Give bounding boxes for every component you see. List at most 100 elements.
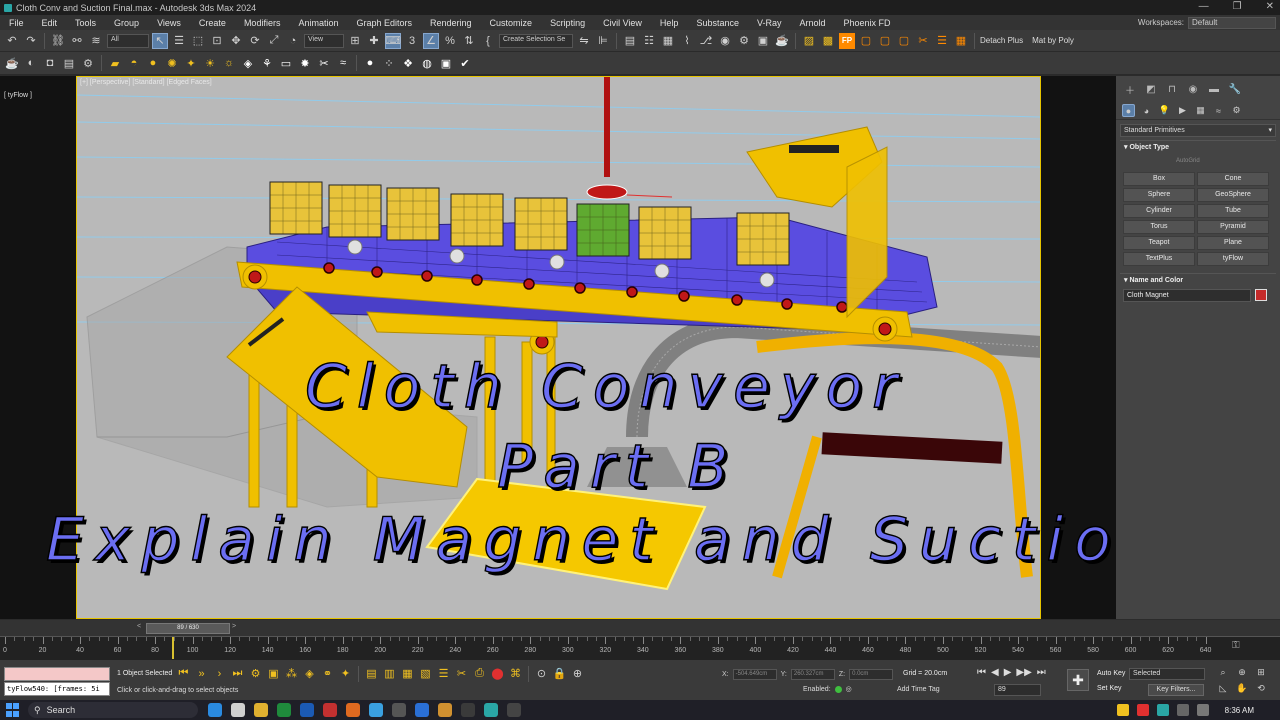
plane-icon[interactable]: ▭	[278, 55, 294, 71]
sphere-icon[interactable]: ●	[362, 55, 378, 71]
select-by-name-icon[interactable]: ☰	[171, 33, 187, 49]
y-coord-field[interactable]: 260.327cm	[790, 669, 835, 680]
menu-tools[interactable]: Tools	[66, 18, 105, 28]
percent-snap-icon[interactable]: %	[442, 33, 458, 49]
viewport-label[interactable]: [+] [Perspective] [Standard] [Edged Face…	[80, 79, 212, 86]
create-textplus-button[interactable]: TextPlus	[1123, 252, 1195, 266]
menu-help[interactable]: Help	[651, 18, 688, 28]
display-tab-icon[interactable]: ▬	[1208, 83, 1220, 95]
create-box-button[interactable]: Box	[1123, 172, 1195, 186]
spinner-snap-icon[interactable]: ⇅	[461, 33, 477, 49]
render-active-icon[interactable]: ◐	[23, 55, 39, 71]
snap-3d-icon[interactable]: 3	[404, 33, 420, 49]
select-manipulate-icon[interactable]: ✚	[366, 33, 382, 49]
create-plane-button[interactable]: Plane	[1197, 236, 1269, 250]
goto-start-button[interactable]: ⏮	[977, 667, 986, 678]
script-a-icon[interactable]: ▤	[364, 666, 379, 681]
task-view-icon[interactable]	[231, 703, 245, 717]
cameras-icon[interactable]: ▶	[1176, 104, 1189, 117]
helpers-icon[interactable]: ▦	[1194, 104, 1207, 117]
material-editor-icon[interactable]: ◉	[717, 33, 733, 49]
selection-filter-dropdown[interactable]: All	[107, 33, 149, 48]
link-icon[interactable]: ⛓	[50, 33, 66, 49]
tray-app-icon[interactable]	[1156, 704, 1169, 716]
goto-end-button[interactable]: ⏭	[1037, 667, 1046, 678]
next-frame-arrow[interactable]: >	[232, 623, 236, 630]
object-type-rollout-header[interactable]: ▾ Object Type	[1120, 140, 1276, 153]
obs-icon[interactable]	[507, 703, 521, 717]
x-coord-field[interactable]: -504.649cm	[732, 669, 777, 680]
script-g-icon[interactable]: ⎙	[472, 666, 487, 681]
zoom-extents-icon[interactable]: ⊞	[1254, 666, 1268, 679]
tree-icon[interactable]: ⌘	[508, 666, 523, 681]
ribbon-icon[interactable]: ▦	[660, 33, 676, 49]
windows-start-icon[interactable]	[6, 703, 20, 717]
vantage-icon[interactable]: ▣	[438, 55, 454, 71]
edge-icon[interactable]	[208, 703, 222, 717]
vray-render-icon[interactable]: ▩	[820, 33, 836, 49]
create-tab-icon[interactable]: ＋	[1124, 83, 1136, 97]
geometry-icon[interactable]: ●	[1122, 104, 1135, 117]
time-slider-knob[interactable]: 89 / 630	[146, 623, 230, 634]
ambient-light-icon[interactable]: ☼	[221, 55, 237, 71]
undo-icon[interactable]: ↶	[4, 33, 20, 49]
ref-coord-dropdown[interactable]: View	[304, 33, 344, 48]
teapot-icon[interactable]: ☕	[4, 55, 20, 71]
folder-icon[interactable]	[438, 703, 452, 717]
menu-modifiers[interactable]: Modifiers	[235, 18, 290, 28]
clock[interactable]: 8:36 AM	[1225, 706, 1254, 715]
tyflow-particles-icon[interactable]: ⁂	[284, 666, 299, 681]
sphere-light-icon[interactable]: ●	[145, 55, 161, 71]
sun-icon[interactable]: ☀	[202, 55, 218, 71]
window-crossing-icon[interactable]: ⊡	[209, 33, 225, 49]
3dsmax-icon[interactable]	[484, 703, 498, 717]
chaos-cloud-icon[interactable]: ✔	[457, 55, 473, 71]
script-d-icon[interactable]: ▧	[418, 666, 433, 681]
phoenix-tools-icon[interactable]: ✂	[915, 33, 931, 49]
curve-editor-icon[interactable]: ⌇	[679, 33, 695, 49]
menu-arnold[interactable]: Arnold	[790, 18, 834, 28]
create-pyramid-button[interactable]: Pyramid	[1197, 220, 1269, 234]
phoenix-matrix-icon[interactable]: ▦	[953, 33, 969, 49]
decal-icon[interactable]: ✸	[297, 55, 313, 71]
systems-icon[interactable]: ⚙	[1230, 104, 1243, 117]
bind-spacewarp-icon[interactable]: ≋	[88, 33, 104, 49]
create-tyflow-button[interactable]: tyFlow	[1197, 252, 1269, 266]
render-setup-icon[interactable]: ⚙	[736, 33, 752, 49]
tyflow-bind-icon[interactable]: ⚭	[320, 666, 335, 681]
menu-rendering[interactable]: Rendering	[421, 18, 481, 28]
tyflow-birth-icon[interactable]: ✦	[338, 666, 353, 681]
pan-icon[interactable]: ✋	[1235, 682, 1249, 695]
create-cone-button[interactable]: Cone	[1197, 172, 1269, 186]
play-icon[interactable]: ›	[212, 666, 227, 681]
add-time-tag[interactable]: Add Time Tag	[897, 686, 940, 693]
script-e-icon[interactable]: ☰	[436, 666, 451, 681]
minimize-button[interactable]: —	[1199, 1, 1209, 12]
time-tag-icon[interactable]: ◎	[846, 685, 852, 693]
zoom-icon[interactable]: ⌕	[1216, 666, 1230, 679]
layer-explorer-icon[interactable]: ☷	[641, 33, 657, 49]
phoenix-simulator-icon[interactable]: ▢	[858, 33, 874, 49]
taskbar-search[interactable]: ⚲ Search	[28, 702, 198, 718]
select-object-icon[interactable]: ↖	[152, 32, 168, 49]
menu-file[interactable]: File	[0, 18, 33, 28]
maxscript-output[interactable]: tyFlow540: [frames: 5i	[4, 682, 110, 696]
script-b-icon[interactable]: ▥	[382, 666, 397, 681]
proxy-icon[interactable]: ◈	[240, 55, 256, 71]
set-key-big-icon[interactable]: ✚	[1067, 669, 1089, 691]
phoenix-fire-icon[interactable]: FP	[839, 32, 855, 49]
timeline-playhead[interactable]	[171, 637, 174, 659]
object-color-swatch[interactable]	[1255, 289, 1267, 301]
absolute-mode-icon[interactable]: ⊕	[570, 666, 585, 681]
excel-icon[interactable]	[277, 703, 291, 717]
create-geosphere-button[interactable]: GeoSphere	[1197, 188, 1269, 202]
script-icon[interactable]: ⚙	[80, 55, 96, 71]
convert-icon[interactable]: ❖	[400, 55, 416, 71]
menu-customize[interactable]: Customize	[481, 18, 542, 28]
menu-views[interactable]: Views	[148, 18, 190, 28]
app-icon[interactable]	[392, 703, 406, 717]
edit-named-sel-icon[interactable]: {	[480, 33, 496, 49]
menu-graph-editors[interactable]: Graph Editors	[347, 18, 421, 28]
menu-substance[interactable]: Substance	[687, 18, 748, 28]
file-explorer-icon[interactable]	[254, 703, 268, 717]
